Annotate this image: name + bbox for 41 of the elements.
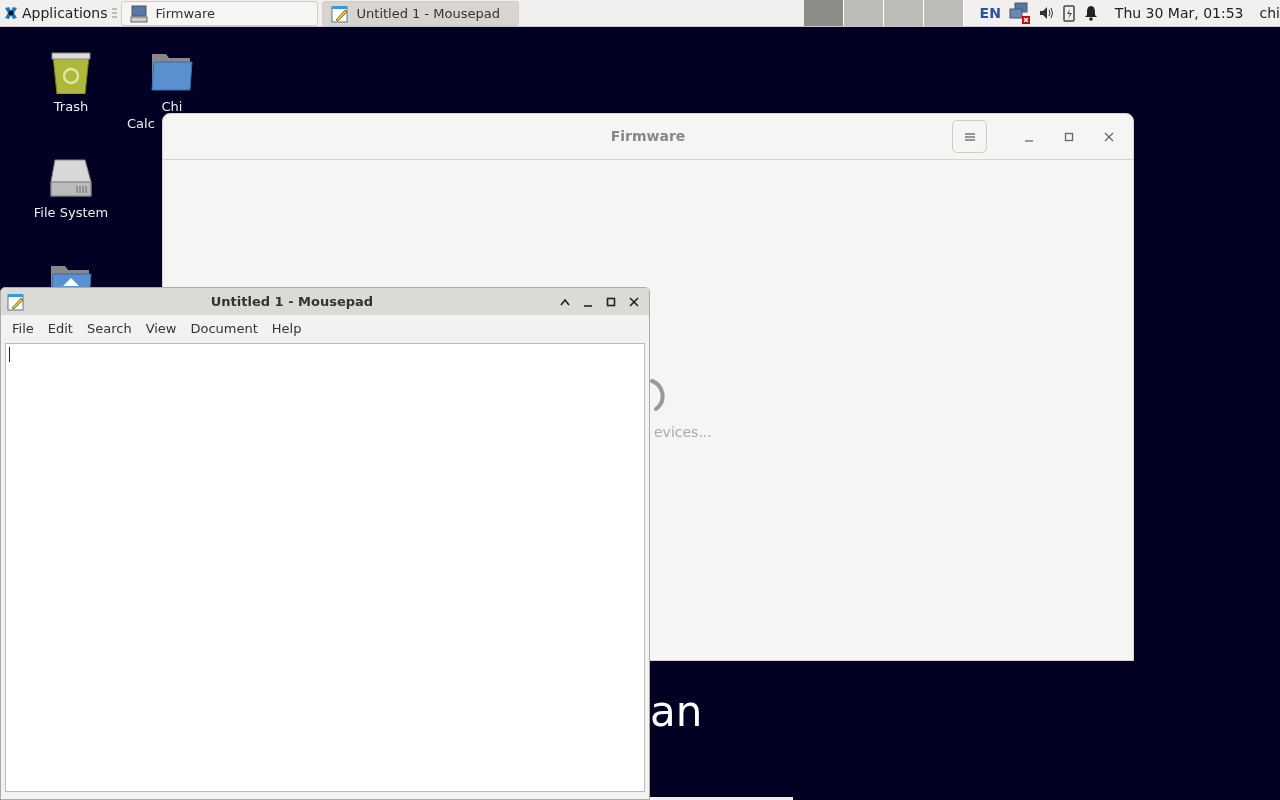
loading-status-text: evices... [654,423,712,442]
menu-item[interactable]: Help [264,315,309,342]
menu-item[interactable]: Document [183,315,265,342]
notepad-icon [7,292,25,311]
trash-icon[interactable] [49,50,93,94]
network-disconnected-icon[interactable] [1008,2,1031,24]
xfce-logo-icon[interactable] [4,6,18,20]
desktop-icon-label[interactable]: Chi [161,98,183,115]
computer-icon [129,4,148,23]
minimize-icon [582,304,593,307]
separator-handle-icon [111,7,117,19]
clock[interactable]: Thu 30 Mar, 01:53 [1114,2,1244,24]
hard-drive-icon[interactable] [49,156,93,200]
desktop-icon-label[interactable]: Calc [127,115,155,132]
volume-icon[interactable] [1038,5,1055,21]
menu-item[interactable]: Edit [40,315,80,342]
menu-button[interactable] [952,120,987,153]
applications-menu[interactable]: Applications [22,2,108,24]
wallpaper-text: an [650,686,703,738]
battery-charging-icon[interactable] [1062,4,1075,22]
menu-icon [963,130,976,143]
maximize-icon [605,296,616,307]
desktop-icon-label[interactable]: File System [33,204,109,221]
minimize-icon [1024,139,1034,142]
notepad-icon [330,4,349,23]
text-cursor [9,347,10,362]
keyboard-layout[interactable]: EN [979,2,1001,24]
taskbar-button[interactable]: Firmware [120,1,318,26]
chevron-up-icon [559,296,570,307]
menu-item[interactable]: File [5,315,41,342]
close-icon [628,296,639,307]
desktop-icon-label[interactable]: Trash [53,98,89,115]
workspace-button[interactable] [803,0,844,26]
maximize-icon [1064,131,1074,142]
user-menu[interactable]: chi [1259,2,1280,24]
menu-item[interactable]: Search [79,315,139,342]
window-title: Firmware [610,127,686,146]
menu-item[interactable]: View [138,315,184,342]
close-icon [1104,131,1114,142]
taskbar-button[interactable]: Untitled 1 - Mousepad [321,1,519,26]
window-title: Untitled 1 - Mousepad [209,292,375,311]
